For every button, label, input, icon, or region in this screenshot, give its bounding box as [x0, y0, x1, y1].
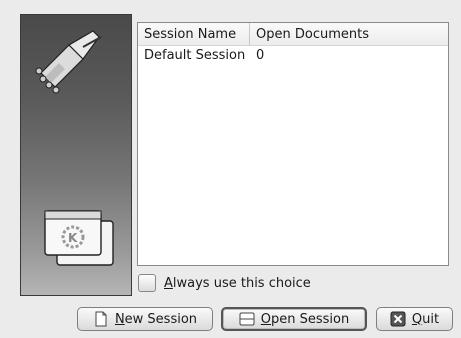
quit-button[interactable]: Quit [376, 307, 453, 331]
session-chooser-dialog: K Session Name Open Documents Default Se… [0, 0, 461, 338]
broom-icon [35, 30, 102, 94]
kde-window-icon: K [44, 210, 114, 266]
close-icon [390, 311, 406, 327]
window-icon [239, 312, 255, 326]
new-document-icon [95, 311, 107, 327]
open-session-label: Open Session [260, 311, 350, 327]
always-use-choice-label: Always use this choice [164, 275, 311, 291]
open-session-button[interactable]: Open Session [221, 307, 367, 331]
new-session-button[interactable]: New Session [77, 307, 213, 331]
sidebar-banner: K [20, 14, 132, 296]
session-list-header: Session Name Open Documents [138, 23, 448, 46]
always-use-choice-checkbox[interactable] [138, 274, 156, 292]
open-documents-cell: 0 [256, 47, 265, 63]
new-session-label: New Session [114, 311, 198, 327]
session-list[interactable]: Session Name Open Documents Default Sess… [137, 22, 449, 266]
svg-text:K: K [68, 231, 78, 245]
always-use-choice-row[interactable]: Always use this choice [138, 273, 311, 293]
column-header-session-name[interactable]: Session Name [138, 23, 250, 45]
list-item[interactable]: Default Session 0 [138, 46, 448, 64]
column-header-open-documents[interactable]: Open Documents [250, 23, 448, 45]
session-name-cell: Default Session [144, 47, 246, 63]
quit-label: Quit [411, 311, 440, 327]
